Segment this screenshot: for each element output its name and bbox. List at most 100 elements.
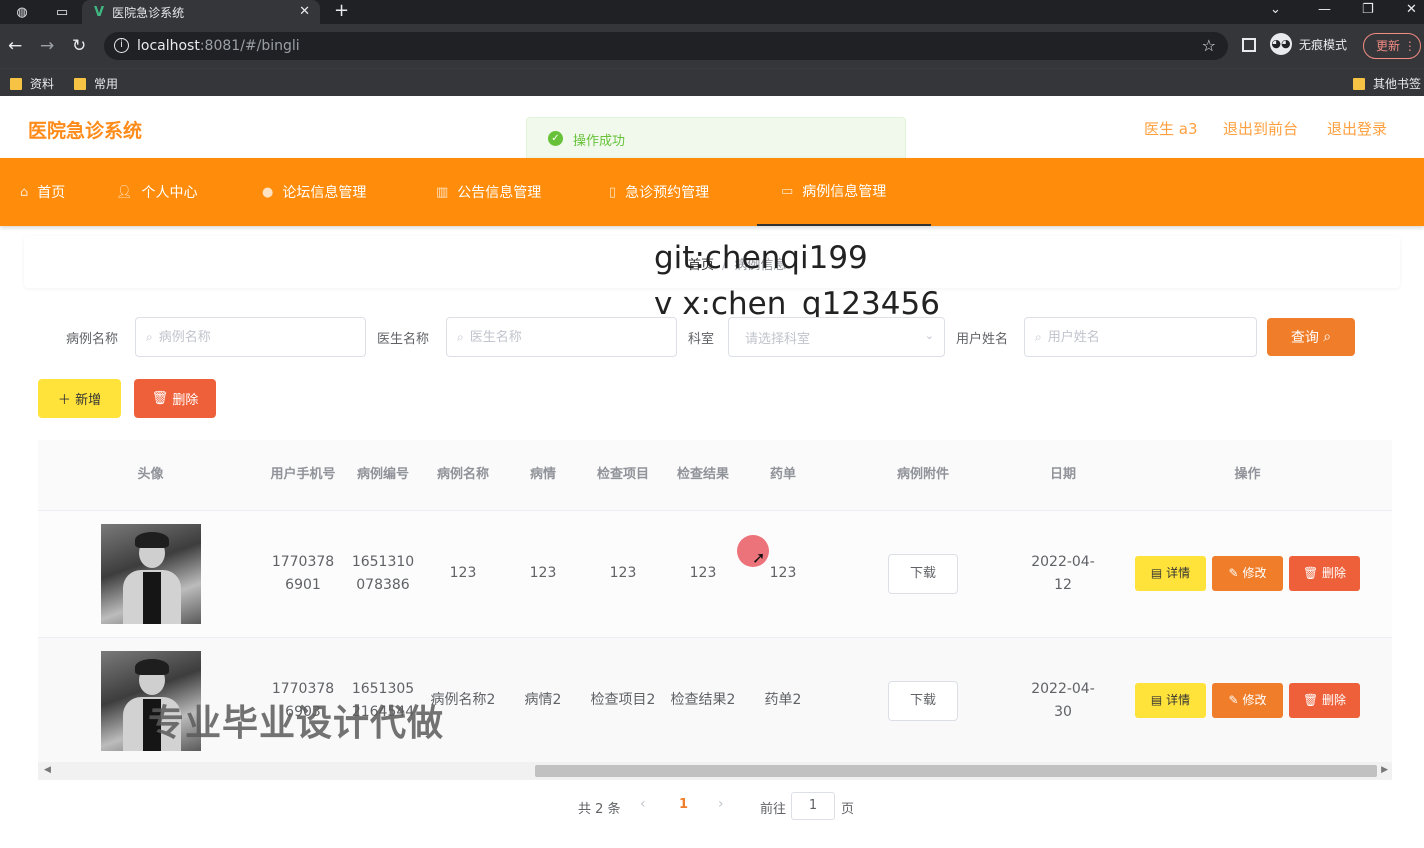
patient-name-field[interactable]: [1047, 329, 1208, 345]
scrollbar-thumb[interactable]: [535, 765, 1377, 777]
column-header: 病例编号: [343, 440, 423, 511]
exit-to-front-link[interactable]: 退出到前台: [1223, 118, 1298, 139]
detail-button[interactable]: ▤ 详情: [1135, 683, 1206, 718]
query-button[interactable]: 查询 ⌕: [1267, 318, 1355, 356]
pencil-icon: ✎: [1228, 566, 1239, 580]
vue-logo-icon: V: [94, 4, 105, 20]
bookmark-folder[interactable]: 资料: [10, 75, 54, 92]
search-icon: ⌕: [457, 329, 464, 344]
page-number[interactable]: 1: [679, 797, 688, 812]
doctor-name-label: 医生名称: [377, 332, 430, 347]
prev-page-icon[interactable]: ‹: [640, 796, 646, 812]
plus-icon: ＋: [57, 393, 71, 408]
patient-avatar: [100, 523, 201, 624]
record-icon: ▭: [781, 183, 794, 199]
column-header: 检查项目: [583, 440, 663, 511]
watermark-git: git:chenqi199: [654, 240, 868, 276]
pagination: 共 2 条 ‹ 1 › 前往 1 页: [0, 792, 1424, 820]
chevron-down-icon: ⌄: [924, 329, 934, 342]
exam-item-cell: 123: [583, 510, 663, 638]
tab-list-chevron-icon[interactable]: ⌄: [1270, 0, 1281, 20]
patient-name-input[interactable]: ⌕: [1024, 317, 1257, 357]
browser-tab-title: 医院急诊系统: [112, 5, 185, 20]
document-icon: ▤: [1150, 566, 1163, 580]
mouse-cursor-icon: ➚: [752, 548, 766, 567]
case-name-field[interactable]: [158, 329, 319, 345]
delete-row-button[interactable]: 🗑︎ 删除: [1289, 683, 1360, 718]
delete-row-button[interactable]: 🗑︎ 删除: [1289, 556, 1360, 591]
watermark-service: 专业毕业设计代做: [148, 703, 445, 744]
calendar-icon: ▯: [609, 184, 617, 200]
table-row: 17703786901 1651310078386 123 123 123 12…: [38, 510, 1392, 638]
detail-button[interactable]: ▤ 详情: [1135, 556, 1206, 591]
exam-result-cell: 123: [663, 510, 743, 638]
browser-update-button[interactable]: 更新 ⋮: [1363, 33, 1421, 59]
browser-tab[interactable]: V 医院急诊系统 ✕: [82, 0, 320, 24]
date-cell: 2022-04-12: [1023, 510, 1103, 638]
scroll-left-icon[interactable]: ◀: [44, 765, 51, 775]
case-name-label: 病例名称: [66, 332, 119, 347]
tab-search-icon[interactable]: ▭: [48, 3, 76, 21]
exam-result-cell: 检查结果2: [663, 637, 743, 762]
column-header: 病情: [503, 440, 583, 511]
case-name-input[interactable]: ⌕: [135, 317, 366, 357]
column-header: 病例附件: [823, 440, 1023, 511]
new-tab-icon[interactable]: +: [334, 0, 349, 22]
horizontal-scrollbar[interactable]: ◀ ▶: [38, 762, 1392, 780]
scroll-right-icon[interactable]: ▶: [1381, 765, 1388, 775]
next-page-icon[interactable]: ›: [718, 796, 724, 812]
download-button[interactable]: 下载: [888, 553, 958, 594]
total-count: 共 2 条: [578, 802, 621, 817]
search-icon: ⌕: [1035, 329, 1042, 344]
bookmark-star-icon[interactable]: ☆: [1202, 36, 1216, 55]
column-header: 检查结果: [663, 440, 743, 511]
page-suffix: 页: [841, 802, 855, 817]
success-toast: ✓ 操作成功: [526, 117, 906, 161]
edit-button[interactable]: ✎ 修改: [1212, 683, 1283, 718]
site-info-icon[interactable]: i: [114, 38, 129, 53]
download-button[interactable]: 下载: [888, 680, 958, 721]
notice-icon: ▥: [436, 184, 449, 200]
logout-link[interactable]: 退出登录: [1327, 118, 1387, 139]
goto-page-input[interactable]: 1: [791, 792, 835, 820]
bookmark-folder[interactable]: 常用: [74, 75, 118, 92]
nav-item-home[interactable]: ⌂ 首页: [20, 158, 65, 226]
globe-icon[interactable]: ◍: [8, 3, 36, 21]
nav-item-notice[interactable]: ▥ 公告信息管理: [436, 158, 541, 226]
doctor-name-input[interactable]: ⌕: [446, 317, 677, 357]
add-button[interactable]: ＋ 新增: [38, 379, 121, 418]
search-icon: ⌕: [1323, 329, 1332, 345]
side-panel-icon[interactable]: [1242, 38, 1256, 52]
goto-label: 前往: [760, 802, 787, 817]
current-user-label: 医生 a3: [1144, 120, 1198, 138]
home-icon: ⌂: [20, 184, 29, 200]
window-close-icon[interactable]: ✕: [1406, 0, 1417, 20]
column-header: 用户手机号: [263, 440, 343, 511]
department-select[interactable]: 请选择科室 ⌄: [728, 317, 945, 357]
restore-icon[interactable]: ❐: [1362, 0, 1374, 20]
url-field[interactable]: i localhost:8081/#/bingli ☆: [104, 32, 1228, 60]
nav-item-profile[interactable]: 👤︎ 个人中心: [116, 158, 198, 226]
other-bookmarks-folder[interactable]: 其他书签: [1353, 75, 1421, 92]
prescription-cell: 药单2: [743, 637, 823, 762]
batch-delete-button[interactable]: 🗑︎ 删除: [134, 379, 216, 418]
reload-icon[interactable]: ↻: [72, 36, 86, 56]
forward-icon[interactable]: →: [40, 36, 54, 56]
search-icon: ⌕: [146, 329, 153, 344]
doctor-name-field[interactable]: [469, 329, 630, 345]
incognito-icon: ◕◕: [1270, 33, 1292, 55]
folder-icon: [1353, 77, 1365, 90]
minimize-icon[interactable]: —: [1318, 0, 1331, 20]
date-cell: 2022-04-30: [1023, 637, 1103, 762]
condition-cell: 病情2: [503, 637, 583, 762]
exam-item-cell: 检查项目2: [583, 637, 663, 762]
close-tab-icon[interactable]: ✕: [299, 4, 310, 19]
app-title: 医院急诊系统: [28, 120, 143, 142]
nav-item-case-records[interactable]: ▭ 病例信息管理: [757, 158, 931, 226]
address-bar: ← → ↻ i localhost:8081/#/bingli ☆: [0, 24, 1424, 68]
back-icon[interactable]: ←: [8, 36, 22, 56]
edit-button[interactable]: ✎ 修改: [1212, 556, 1283, 591]
incognito-indicator[interactable]: ◕◕ 无痕模式: [1270, 33, 1347, 55]
nav-item-appointment[interactable]: ▯ 急诊预约管理: [609, 158, 709, 226]
nav-item-forum[interactable]: ● 论坛信息管理: [262, 158, 366, 226]
